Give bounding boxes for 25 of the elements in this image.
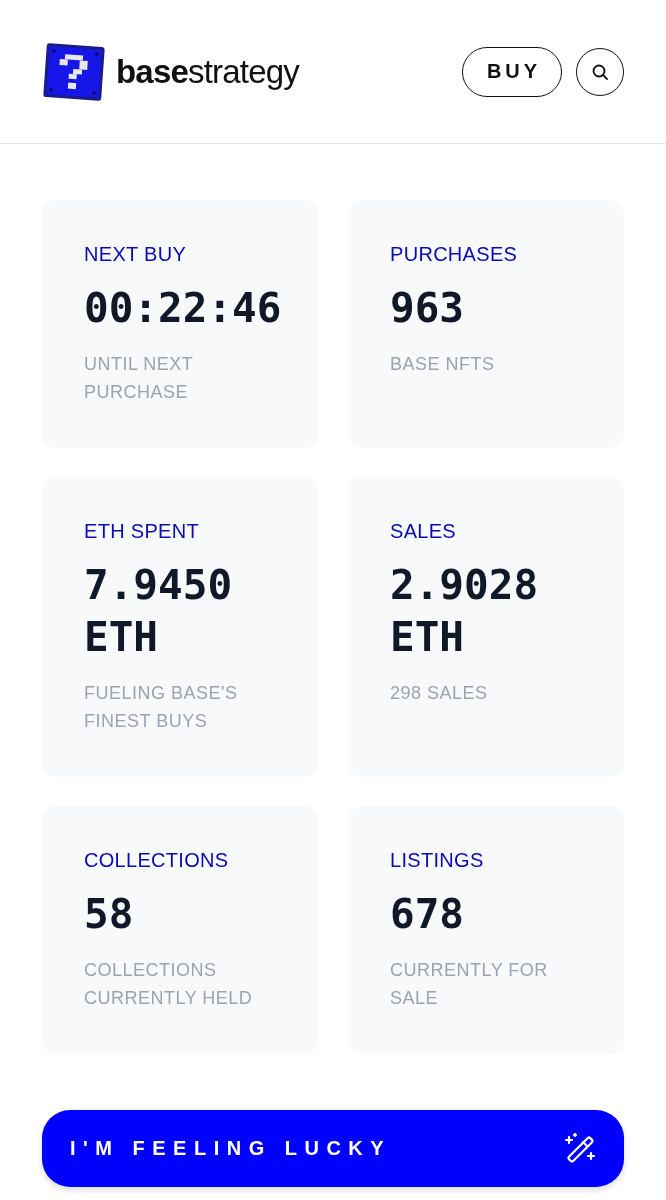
stat-label: ETH SPENT: [84, 519, 200, 543]
buy-button[interactable]: BUY: [462, 46, 562, 97]
stat-value: 00:22:46: [84, 283, 283, 334]
stat-caption: UNTIL NEXT PURCHASE: [84, 353, 195, 404]
stat-label: COLLECTIONS: [84, 848, 230, 872]
stat-caption: COLLECTIONS CURRENTLY HELD: [84, 959, 254, 1010]
stat-caption: FUELING BASE'S FINEST BUYS: [84, 682, 239, 733]
stat-value: 963: [390, 283, 466, 334]
search-icon: [591, 62, 609, 81]
feeling-lucky-button[interactable]: I'M FEELING LUCKY: [42, 1110, 624, 1187]
question-block-logo-icon: [42, 41, 106, 102]
search-button[interactable]: [576, 47, 624, 96]
stat-label: PURCHASES: [390, 242, 519, 266]
stat-caption: CURRENTLY FOR SALE: [390, 959, 549, 1010]
stat-label: NEXT BUY: [84, 242, 188, 266]
stat-value: 7.9450 ETH: [84, 560, 234, 663]
stat-label: LISTINGS: [390, 848, 485, 872]
stat-label: SALES: [390, 519, 457, 543]
stat-caption: 298 SALES: [390, 682, 489, 705]
magic-wand-icon: [564, 1132, 596, 1165]
stat-caption: BASE NFTS: [390, 353, 496, 376]
stat-value: 58: [84, 889, 135, 940]
stat-value: 678: [390, 889, 466, 940]
brand-name[interactable]: basestrategy: [116, 52, 300, 91]
stat-value: 2.9028 ETH: [390, 560, 540, 663]
